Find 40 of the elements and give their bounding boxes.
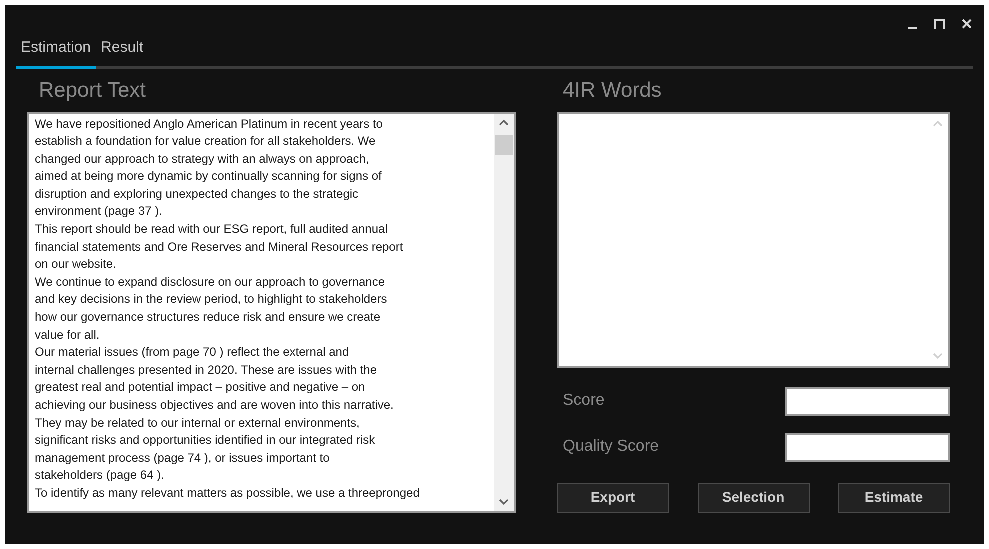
text-line: aimed at being more dynamic by continually scanning for signs of bbox=[35, 168, 383, 186]
text-line: Our material issues (from page 70 ) reflect the external and bbox=[35, 344, 350, 362]
input-field[interactable] bbox=[785, 432, 950, 462]
text-line: management process (page 74 ), or issues important to bbox=[35, 450, 331, 467]
scroll-up-icon[interactable] bbox=[499, 118, 509, 126]
report-text-area[interactable] bbox=[27, 112, 516, 512]
scroll-down-icon[interactable] bbox=[499, 498, 509, 506]
tab[interactable]: Result bbox=[96, 35, 149, 68]
text-line: This report should be read with our ESG report, full audited annual bbox=[35, 221, 389, 238]
scroll-thumb[interactable] bbox=[495, 134, 513, 154]
text-line: disruption and exploring unexpected changes to the strategic bbox=[35, 186, 360, 203]
field-label: Score bbox=[563, 391, 605, 411]
text-line: environment (page 37 ). bbox=[35, 203, 164, 220]
scrollbar[interactable] bbox=[494, 114, 514, 510]
text-line: changed our approach to strategy with an always on approach, bbox=[35, 150, 370, 168]
text-line: We have repositioned Anglo American Platinum in recent years to bbox=[35, 116, 384, 132]
section-title: Report Text bbox=[39, 78, 147, 104]
text-line: greatest real and potential impact – positive and negative – on bbox=[35, 379, 366, 396]
text-line: establish a foundation for value creation for all stakeholders. We bbox=[35, 133, 377, 150]
text-line: We continue to expand disclosure on our approach to governance bbox=[35, 274, 386, 291]
field-label: Quality Score bbox=[563, 437, 660, 457]
tab[interactable]: Estimation bbox=[16, 35, 96, 68]
input-field[interactable] bbox=[785, 386, 950, 416]
text-line: significant risks and opportunities identified in our integrated risk bbox=[35, 432, 376, 450]
text-line: financial statements and Ore Reserves and Mineral Resources report bbox=[35, 238, 404, 256]
text-line: on our website. bbox=[35, 256, 118, 274]
close-icon[interactable] bbox=[962, 19, 972, 29]
text-line: internal challenges presented in 2020. These are issues with the bbox=[35, 362, 378, 379]
action-button[interactable]: Estimate bbox=[838, 482, 950, 512]
section-title: 4IR Words bbox=[563, 78, 663, 104]
text-line: value for all. bbox=[35, 326, 101, 344]
text-line: stakeholders (page 64 ). bbox=[35, 467, 166, 484]
text-line: achieving our business objectives and are woven into this narrative. bbox=[35, 397, 395, 414]
maximize-icon[interactable] bbox=[934, 19, 945, 29]
action-button[interactable]: Selection bbox=[698, 482, 810, 512]
action-button[interactable]: Export bbox=[557, 482, 669, 512]
text-line: To identify as many relevant matters as possible, we use a threepronged bbox=[35, 484, 421, 502]
text-line: They may be related to our internal or external environments, bbox=[35, 414, 361, 432]
text-line: and key decisions in the review period, to highlight to stakeholders bbox=[35, 291, 388, 308]
text-line: how our governance structures reduce risk and ensure we create bbox=[35, 309, 382, 326]
